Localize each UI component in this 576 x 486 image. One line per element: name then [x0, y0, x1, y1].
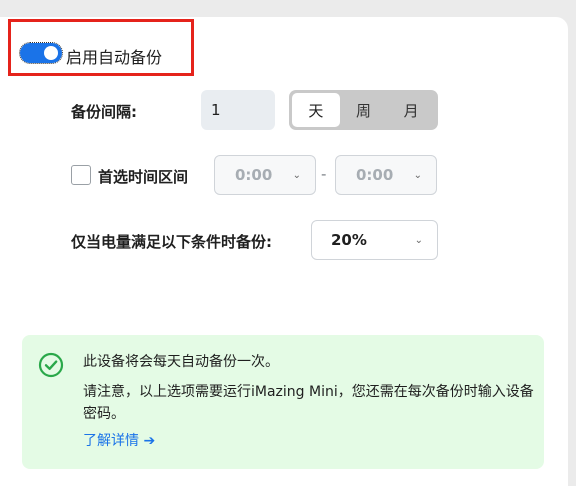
interval-unit-segmented-control: 天 周 月: [289, 90, 438, 130]
auto-backup-toggle[interactable]: [19, 42, 63, 64]
preferred-time-label[interactable]: 首选时间区间: [98, 166, 188, 187]
check-circle-icon: [38, 352, 64, 378]
start-time-value: 0:00: [235, 166, 273, 184]
start-time-select[interactable]: 0:00 ⌄: [214, 155, 316, 195]
learn-more-link[interactable]: 了解详情 ➔: [83, 430, 155, 450]
auto-backup-label[interactable]: 启用自动备份: [66, 44, 162, 68]
toggle-knob: [44, 46, 58, 60]
interval-input[interactable]: 1: [201, 90, 275, 130]
interval-unit-week[interactable]: 周: [340, 93, 388, 127]
chevron-down-icon: ⌄: [292, 169, 301, 181]
preferred-time-checkbox[interactable]: [71, 165, 91, 185]
info-box: 此设备将会每天自动备份一次。 请注意，以上选项需要运行iMazing Mini，…: [22, 335, 544, 469]
chevron-down-icon: ⌄: [413, 169, 422, 181]
battery-condition-label: 仅当电量满足以下条件时备份:: [71, 233, 272, 251]
info-summary-text: 此设备将会每天自动备份一次。: [83, 354, 279, 370]
interval-unit-month[interactable]: 月: [387, 93, 435, 127]
info-note-text: 请注意，以上选项需要运行iMazing Mini，您还需在每次备份时输入设备密码…: [83, 384, 534, 422]
interval-label: 备份间隔:: [71, 103, 137, 121]
chevron-down-icon: ⌄: [414, 234, 423, 246]
battery-level-select[interactable]: 20% ⌄: [311, 220, 438, 260]
end-time-select[interactable]: 0:00 ⌄: [335, 155, 437, 195]
battery-level-value: 20%: [331, 231, 367, 249]
interval-unit-day[interactable]: 天: [292, 93, 340, 127]
end-time-value: 0:00: [356, 166, 394, 184]
time-range-separator: -: [321, 165, 327, 183]
